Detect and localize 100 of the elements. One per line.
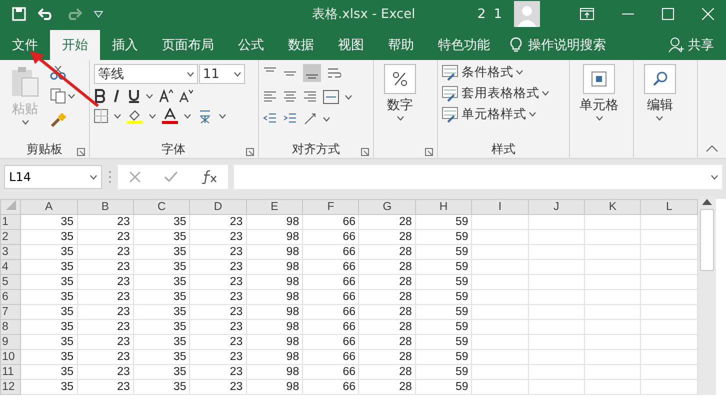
formula-input[interactable] — [234, 165, 722, 189]
style-gallery-icon[interactable] — [442, 64, 458, 80]
search-icon[interactable] — [652, 71, 668, 87]
row-header[interactable]: 12 — [0, 380, 21, 394]
underline-icon[interactable] — [128, 89, 140, 103]
font-color-icon[interactable] — [162, 108, 178, 124]
expand-formula-bar-icon[interactable] — [711, 174, 718, 180]
dropdown-caret-icon[interactable] — [184, 114, 191, 118]
ribbon-tab[interactable]: 数据 — [276, 30, 326, 60]
row-header[interactable]: 8 — [0, 320, 21, 334]
paste-clipboard-icon[interactable] — [10, 64, 40, 98]
dropdown-caret-icon[interactable] — [68, 94, 75, 98]
align-center-icon[interactable] — [282, 90, 297, 104]
column-header[interactable]: A — [20, 200, 78, 214]
styles-button[interactable]: 套用表格格式 — [461, 85, 540, 102]
row-header[interactable]: 4 — [0, 260, 21, 274]
scrollbar-thumb[interactable] — [700, 209, 714, 271]
row-header[interactable]: 5 — [0, 274, 21, 290]
column-header[interactable]: F — [302, 200, 359, 214]
ribbon-tab[interactable]: 特色功能 — [426, 30, 502, 60]
ribbon-display-icon[interactable] — [580, 8, 594, 20]
ribbon-tab[interactable]: 帮助 — [376, 30, 426, 60]
column-header[interactable]: E — [246, 200, 303, 214]
grow-font-icon[interactable] — [158, 89, 173, 103]
dropdown-caret-icon[interactable] — [542, 91, 550, 96]
ribbon-tab[interactable]: 文件 — [0, 30, 50, 60]
row-header[interactable]: 11 — [0, 364, 21, 380]
ribbon-tab[interactable]: 公式 — [226, 30, 276, 60]
cells-icon[interactable] — [591, 71, 608, 87]
share-button[interactable]: 共享 — [688, 36, 714, 54]
dropdown-caret-icon[interactable] — [218, 114, 226, 118]
undo-icon[interactable] — [38, 8, 54, 20]
column-header[interactable]: L — [640, 200, 698, 214]
grip-icon[interactable] — [108, 170, 112, 184]
maximize-icon[interactable] — [662, 8, 674, 20]
copy-icon[interactable] — [50, 88, 66, 104]
row-header[interactable]: 10 — [0, 350, 21, 364]
scissors-icon[interactable] — [50, 66, 66, 80]
dropdown-caret-icon[interactable] — [148, 114, 156, 118]
dropdown-caret-icon[interactable] — [22, 120, 28, 125]
dialog-launcher-icon[interactable] — [361, 148, 370, 156]
tell-me-search[interactable]: 操作说明搜索 — [528, 36, 606, 54]
dropdown-caret-icon[interactable] — [146, 94, 153, 98]
number-format-button[interactable]: 数字 — [387, 96, 414, 114]
column-header[interactable]: K — [584, 200, 641, 214]
column-header[interactable]: I — [472, 200, 528, 214]
wrap-text-icon[interactable] — [326, 66, 341, 80]
ribbon-tab[interactable]: 页面布局 — [150, 30, 226, 60]
column-header[interactable]: D — [190, 200, 246, 214]
fill-color-icon[interactable] — [126, 108, 143, 124]
column-header[interactable]: H — [415, 200, 472, 214]
column-header[interactable]: C — [133, 200, 190, 214]
font-name-dropdown[interactable]: 等线 — [94, 64, 198, 84]
chevron-down-icon[interactable] — [186, 72, 194, 76]
person-icon[interactable] — [668, 37, 684, 53]
dropdown-caret-icon[interactable] — [396, 116, 404, 121]
dropdown-caret-icon[interactable] — [114, 114, 121, 118]
dropdown-caret-icon[interactable] — [90, 174, 97, 180]
customize-caret-icon[interactable] — [94, 10, 103, 18]
save-icon[interactable] — [12, 7, 26, 21]
check-icon[interactable] — [164, 171, 178, 183]
styles-button[interactable]: 条件格式 — [461, 64, 514, 81]
row-header[interactable]: 6 — [0, 290, 21, 304]
row-header[interactable]: 3 — [0, 244, 21, 260]
chevron-down-icon[interactable] — [234, 72, 241, 76]
dialog-launcher-icon[interactable] — [76, 148, 85, 156]
percent-icon[interactable] — [392, 71, 408, 87]
merge-center-icon[interactable] — [322, 90, 339, 104]
italic-icon[interactable] — [112, 89, 122, 103]
row-header[interactable]: 7 — [0, 304, 21, 320]
lightbulb-icon[interactable] — [510, 37, 522, 53]
dropdown-caret-icon[interactable] — [529, 112, 536, 117]
font-size-dropdown[interactable]: 11 — [198, 64, 245, 84]
align-bottom-icon[interactable] — [302, 64, 321, 82]
styles-button[interactable]: 单元格样式 — [461, 106, 526, 123]
bold-icon[interactable] — [94, 89, 106, 103]
align-left-icon[interactable] — [262, 90, 277, 104]
row-header[interactable]: 9 — [0, 334, 21, 350]
collapse-ribbon-icon[interactable] — [706, 145, 718, 152]
row-header[interactable]: 1 — [0, 214, 21, 230]
close-icon[interactable] — [702, 8, 714, 20]
ribbon-tab[interactable]: 视图 — [326, 30, 376, 60]
dialog-launcher-icon[interactable] — [246, 148, 254, 156]
format-painter-icon[interactable] — [50, 112, 66, 128]
dropdown-caret-icon[interactable] — [322, 116, 330, 122]
cells-button[interactable]: 单元格 — [580, 96, 619, 114]
dialog-launcher-icon[interactable] — [425, 148, 434, 156]
dropdown-caret-icon[interactable] — [596, 116, 603, 121]
align-right-icon[interactable] — [302, 90, 317, 104]
insert-function-icon[interactable] — [200, 170, 217, 184]
column-header[interactable]: J — [528, 200, 585, 214]
column-header[interactable]: B — [77, 200, 134, 214]
column-header[interactable]: G — [358, 200, 416, 214]
shrink-font-icon[interactable] — [178, 89, 193, 103]
orientation-icon[interactable] — [302, 112, 317, 126]
dropdown-caret-icon[interactable] — [344, 94, 352, 100]
name-box[interactable]: L14 — [4, 165, 102, 189]
row-header[interactable]: 2 — [0, 230, 21, 244]
editing-button[interactable]: 编辑 — [646, 96, 673, 114]
ribbon-tab[interactable]: 插入 — [100, 30, 150, 60]
